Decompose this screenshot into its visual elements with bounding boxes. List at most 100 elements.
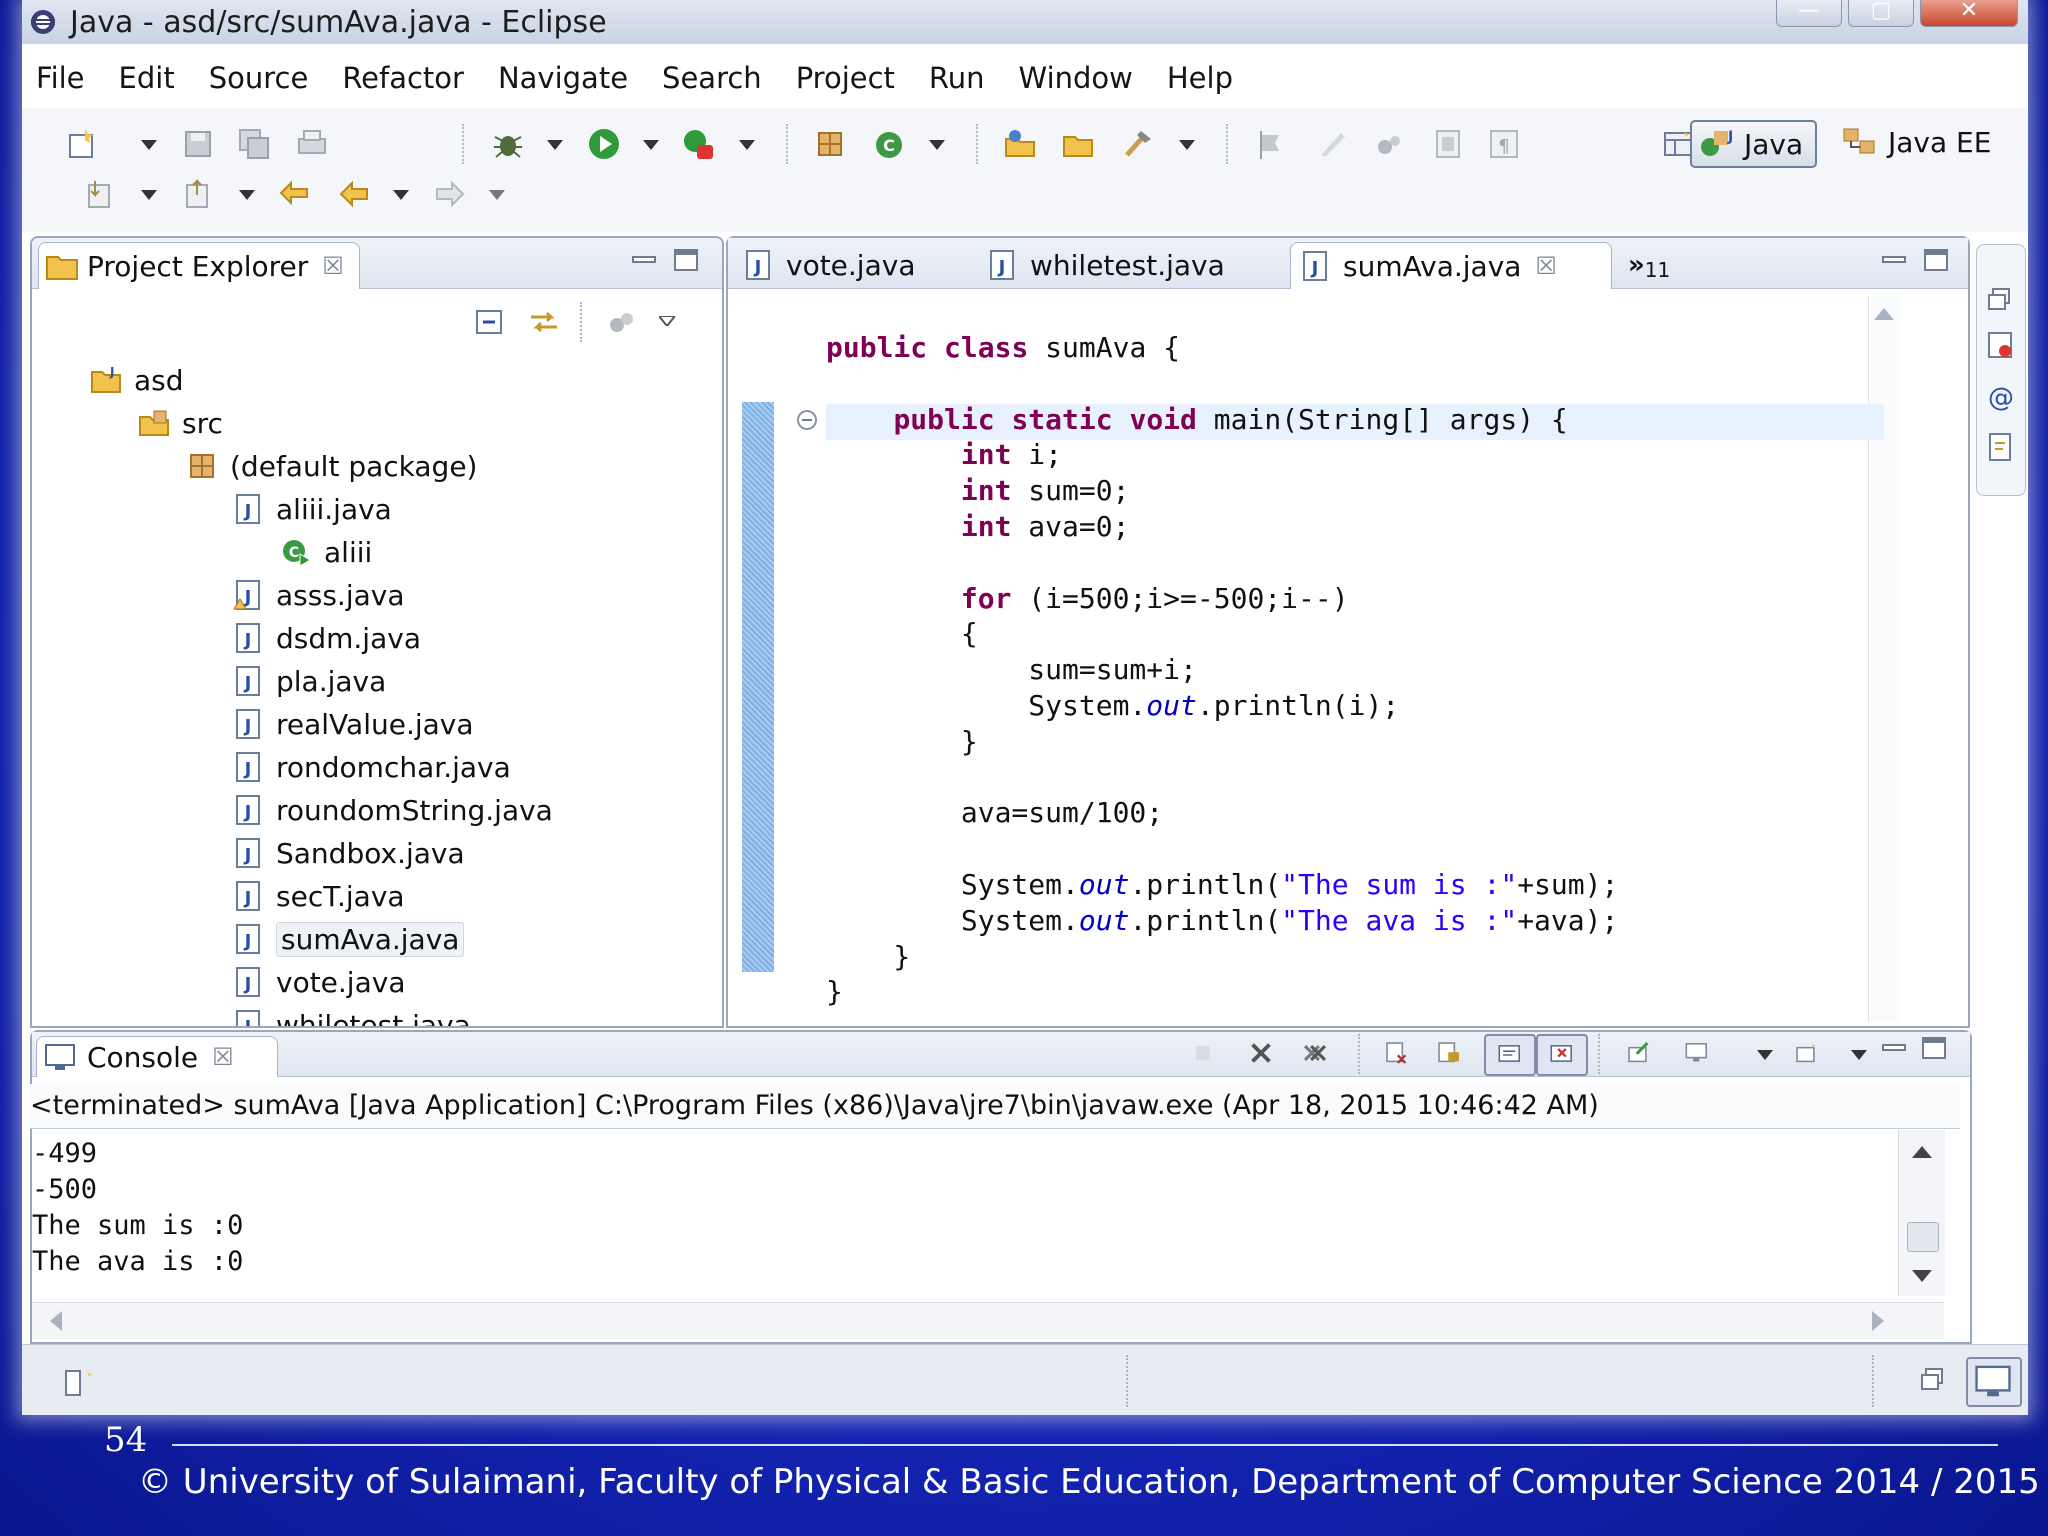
menu-file[interactable]: File [22,56,102,100]
back-icon[interactable] [334,174,374,214]
search-tool-dropdown-icon[interactable] [1178,136,1196,154]
focus-task-icon[interactable] [602,302,642,342]
remove-all-terminated-icon[interactable] [1298,1036,1332,1070]
scroll-up-icon[interactable] [1912,1146,1932,1158]
tree-item[interactable]: JsumAva.java [230,919,465,959]
restore-icon[interactable] [1918,1365,1950,1397]
maximize-view-icon[interactable] [672,246,700,274]
tree-item[interactable]: JroundomString.java [230,790,553,830]
scroll-down-icon[interactable] [1912,1270,1932,1282]
minimize-console-icon[interactable] [1880,1034,1908,1062]
display-console-icon[interactable] [1680,1036,1714,1070]
close-explorer-icon[interactable]: ☒ [322,252,344,280]
new-class-icon[interactable]: C [870,124,910,164]
next-edit-dropdown-icon[interactable] [140,186,158,204]
save-icon[interactable] [178,124,218,164]
last-edit-location-icon[interactable] [274,174,314,214]
forward-dropdown-icon[interactable] [488,186,506,204]
view-menu-icon[interactable] [658,312,676,330]
tree-item[interactable]: JsecT.java [230,876,405,916]
print-icon[interactable] [292,124,332,164]
open-type-icon[interactable] [1000,124,1040,164]
external-tools-dropdown-icon[interactable] [738,136,756,154]
close-tab-icon[interactable]: ☒ [1535,252,1557,280]
maximize-editor-icon[interactable] [1922,246,1950,274]
menu-run[interactable]: Run [912,56,1002,100]
show-on-stderr-icon[interactable] [1536,1034,1588,1076]
open-resource-icon[interactable] [1058,124,1098,164]
tree-item[interactable]: Jasss.java [230,575,405,615]
search-tool-icon[interactable] [1118,124,1158,164]
tab-project-explorer[interactable]: Project Explorer ☒ [38,242,360,289]
more-tabs-button[interactable]: » 11 [1628,242,1688,288]
pin-console-icon[interactable] [1622,1036,1656,1070]
clear-console-icon[interactable] [1380,1036,1414,1070]
tree-item[interactable]: J Sandbox.java [230,833,465,873]
display-console-dropdown-icon[interactable] [1756,1046,1774,1064]
close-console-icon[interactable]: ☒ [212,1043,234,1071]
minimize-view-icon[interactable] [630,246,658,274]
menu-search[interactable]: Search [645,56,779,100]
open-console-dropdown-icon[interactable] [1850,1046,1868,1064]
tab-sumava-java[interactable]: J sumAva.java ☒ [1290,242,1612,289]
tab-console[interactable]: Console ☒ [36,1036,278,1077]
next-edit-icon[interactable] [80,174,120,214]
fold-collapse-icon[interactable] [796,409,818,431]
new-package-icon[interactable] [810,124,850,164]
back-dropdown-icon[interactable] [392,186,410,204]
edit-disabled-icon[interactable] [1312,124,1352,164]
tab-vote-java[interactable]: J vote.java [738,242,968,288]
tree-item[interactable]: Jvote.java [230,962,405,1002]
outline-icon[interactable] [1985,329,2017,361]
fast-view-icon[interactable] [60,1363,98,1401]
tree-item[interactable]: src [136,403,223,443]
console-trim-icon[interactable] [1966,1357,2022,1407]
perspective-javaee[interactable]: Java EE [1834,120,1997,164]
run-icon[interactable] [584,124,624,164]
scroll-left-icon[interactable] [50,1311,62,1331]
restore-icon[interactable] [1985,285,2015,315]
scroll-up-icon[interactable] [1874,308,1894,320]
remove-launch-icon[interactable] [1244,1036,1278,1070]
link-with-editor-icon[interactable] [524,302,564,342]
tree-item[interactable]: Caliii [278,532,372,572]
menu-refactor[interactable]: Refactor [325,56,481,100]
tree-item[interactable]: JrealValue.java [230,704,474,744]
menu-edit[interactable]: Edit [102,56,192,100]
external-tools-icon[interactable] [678,124,718,164]
toggle-markers-icon[interactable] [1252,124,1292,164]
open-console-icon[interactable] [1790,1036,1824,1070]
terminate-icon[interactable] [1186,1036,1220,1070]
maximize-button[interactable]: ▢ [1848,0,1914,27]
menu-help[interactable]: Help [1150,56,1250,100]
menu-source[interactable]: Source [192,56,326,100]
new-class-dropdown-icon[interactable] [928,136,946,154]
minimize-button[interactable]: — [1776,0,1842,27]
console-horizontal-scrollbar[interactable] [32,1302,1944,1339]
forward-icon[interactable] [430,174,470,214]
previous-edit-icon[interactable] [178,174,218,214]
collapse-all-icon[interactable] [470,302,510,342]
scroll-right-icon[interactable] [1872,1311,1884,1331]
tree-item[interactable]: Jasd [88,360,184,400]
debug-icon[interactable] [488,124,528,164]
perspective-java[interactable]: J Java [1690,120,1818,168]
tab-whiletest-java[interactable]: J whiletest.java [982,242,1272,288]
menu-project[interactable]: Project [779,56,912,100]
minimize-editor-icon[interactable] [1880,246,1908,274]
tree-item[interactable]: (default package) [184,446,477,486]
console-scroll-thumb[interactable] [1907,1222,1939,1252]
run-dropdown-icon[interactable] [642,136,660,154]
tree-item[interactable]: Jwhiletest.java [230,1005,471,1026]
tree-item[interactable]: Jrondomchar.java [230,747,511,787]
javadoc-icon[interactable]: @ [1985,381,2017,413]
close-window-button[interactable]: ✕ [1920,0,2018,27]
tree-item[interactable]: Jdsdm.java [230,618,421,658]
previous-edit-dropdown-icon[interactable] [238,186,256,204]
declaration-icon[interactable] [1985,431,2017,463]
new-dropdown-icon[interactable] [140,136,158,154]
save-all-icon[interactable] [234,124,274,164]
next-annotation-icon[interactable] [1370,124,1410,164]
toggle-block-icon[interactable] [1428,124,1468,164]
tree-item[interactable]: Jpla.java [230,661,386,701]
